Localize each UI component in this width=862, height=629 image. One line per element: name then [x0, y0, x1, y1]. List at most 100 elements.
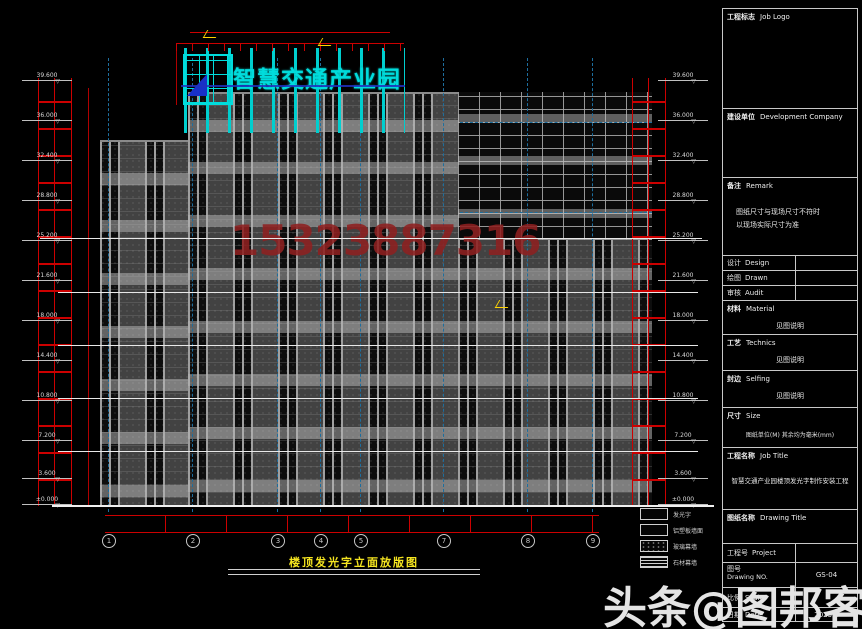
- elevation-value: 7.200: [38, 432, 55, 439]
- top-dimension-line: [190, 32, 390, 33]
- legend-swatch: [640, 524, 668, 536]
- titleblock-remark: 备注 Remark 图纸尺寸与现场尺寸不符时 以现场实际尺寸为准: [723, 178, 857, 256]
- grid-bubble: 2: [186, 534, 200, 548]
- field-label-en: Project: [752, 549, 776, 557]
- remark-line: 图纸尺寸与现场尺寸不符时: [736, 206, 857, 219]
- legend-item: 铝塑板墙面: [640, 522, 720, 538]
- title-block: 工程标志 Job Logo 建设单位 Development Company 备…: [722, 8, 858, 622]
- floor-datum-line: [58, 451, 698, 452]
- elevation-value: 14.400: [673, 352, 694, 359]
- grid-bubble: 8: [521, 534, 535, 548]
- field-value: 见图说明: [723, 391, 857, 401]
- grid-bubble: 4: [314, 534, 328, 548]
- floor-datum-line: [58, 292, 698, 293]
- field-label-zh: 工艺: [727, 338, 741, 348]
- field-label-zh: 设计: [727, 258, 741, 268]
- grid-bubble: 1: [102, 534, 116, 548]
- field-label-en: Drawn: [745, 274, 768, 282]
- field-label-zh: 备注: [727, 181, 741, 191]
- cad-sheet: 智慧交通产业园 39.600 36.000 32.400 28.800 25.2…: [0, 0, 862, 629]
- elevation-marker: ±0.000: [658, 496, 708, 505]
- field-label-en: Job Title: [760, 452, 788, 460]
- elevation-value: 32.400: [673, 152, 694, 159]
- legend: 发光字 铝塑板墙面 玻璃幕墙 石材幕墙: [640, 506, 720, 570]
- legend-label: 铝塑板墙面: [673, 526, 703, 535]
- field-label-en: Design: [745, 259, 769, 267]
- legend-label: 石材幕墙: [673, 558, 697, 567]
- grid-axis-line: [443, 58, 444, 512]
- field-label-en: Audit: [745, 289, 763, 297]
- titleblock-selfing: 封边 Selfing 见图说明: [723, 371, 857, 408]
- sign-underline: [181, 85, 405, 87]
- field-value: 见图说明: [723, 355, 857, 365]
- grid-bubble-number: 2: [191, 537, 195, 545]
- field-label-zh: 建设单位: [727, 112, 755, 122]
- elevation-value: 39.600: [37, 72, 58, 79]
- elevation-marker: 32.400: [658, 152, 708, 161]
- bottom-dimension-chain: [105, 515, 599, 533]
- grid-bubble: 5: [354, 534, 368, 548]
- legend-swatch: [640, 556, 668, 568]
- titleblock-audit-row: 审核 Audit: [723, 286, 857, 301]
- grid-bubble-number: 9: [591, 537, 595, 545]
- elevation-marker: 14.400: [22, 352, 72, 361]
- elevation-marker: 25.200: [658, 232, 708, 241]
- field-label-en: Development Company: [760, 113, 843, 121]
- elevation-marker: 36.000: [658, 112, 708, 121]
- elevation-marker: 10.800: [658, 392, 708, 401]
- titleblock-drawn-row: 绘图 Drawn: [723, 271, 857, 286]
- grid-bubble: 3: [271, 534, 285, 548]
- curtain-datum-dashed: [460, 212, 652, 213]
- grid-bubble-number: 5: [359, 537, 363, 545]
- building-center-block: [188, 92, 458, 505]
- phone-watermark: 15323887316: [230, 216, 540, 265]
- drawing-caption: 楼顶发光字立面放版图: [228, 554, 480, 570]
- titleblock-job-logo: 工程标志 Job Logo: [723, 9, 857, 109]
- top-dimension-chain: [176, 43, 404, 51]
- legend-item: 石材幕墙: [640, 554, 720, 570]
- elevation-marker: 14.400: [658, 352, 708, 361]
- elevation-value: 10.800: [37, 392, 58, 399]
- elevation-value: 36.000: [37, 112, 58, 119]
- field-label-en: Job Logo: [760, 13, 790, 21]
- elevation-marker: 36.000: [22, 112, 72, 121]
- legend-item: 发光字: [640, 506, 720, 522]
- field-label-en: Remark: [746, 182, 773, 190]
- elevation-marker: 3.600: [22, 470, 72, 479]
- elevation-value: 21.600: [673, 272, 694, 279]
- elevation-value: 18.000: [673, 312, 694, 319]
- elevation-marker: 39.600: [22, 72, 72, 81]
- grid-bubble-number: 3: [276, 537, 280, 545]
- job-title-value: 智慧交通产业园楼顶发光字制作安装工程: [723, 476, 857, 486]
- rooftop-sign-text: 智慧交通产业园: [233, 60, 405, 94]
- left-extension-line: [88, 88, 89, 505]
- field-label-zh: 审核: [727, 288, 741, 298]
- elevation-marker: 21.600: [22, 272, 72, 281]
- floor-datum-line: [58, 398, 698, 399]
- elevation-value: 3.600: [38, 470, 55, 477]
- legend-label: 玻璃幕墙: [673, 542, 697, 551]
- elevation-value: 32.400: [37, 152, 58, 159]
- field-label-zh: 尺寸: [727, 411, 741, 421]
- sign-side-dim: [176, 50, 177, 105]
- grid-axis-line: [527, 58, 528, 512]
- elevation-marker: 7.200: [658, 432, 708, 441]
- curtain-datum-dashed: [460, 122, 652, 123]
- grid-axis-line: [592, 58, 593, 512]
- grid-bubble-number: 1: [107, 537, 111, 545]
- elevation-value: 18.000: [37, 312, 58, 319]
- elevation-marker: ±0.000: [22, 496, 72, 505]
- field-label-en: Technics: [746, 339, 776, 347]
- toutiao-watermark: 头条@图邦客: [603, 572, 862, 629]
- elevation-marker: 18.000: [658, 312, 708, 321]
- field-label-en: Drawing Title: [760, 514, 806, 522]
- elevation-value: 36.000: [673, 112, 694, 119]
- field-label-zh: 图纸名称: [727, 513, 755, 523]
- elevation-value: 28.800: [37, 192, 58, 199]
- sign-logo-box: [183, 54, 233, 105]
- grid-bubble-number: 4: [319, 537, 323, 545]
- elevation-value: 14.400: [37, 352, 58, 359]
- elevation-marker: 7.200: [22, 432, 72, 441]
- legend-label: 发光字: [673, 510, 691, 519]
- elevation-value: ±0.000: [672, 496, 694, 503]
